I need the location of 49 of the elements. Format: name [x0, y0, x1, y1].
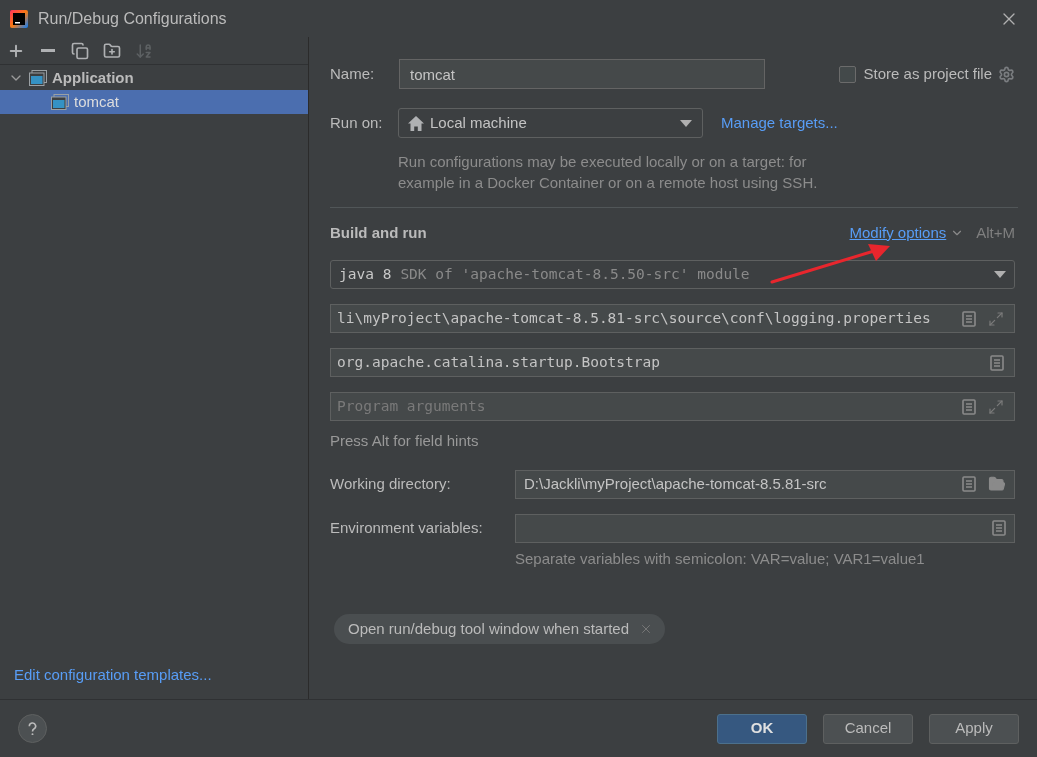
templates-link[interactable]: Edit configuration templates...	[14, 665, 212, 683]
folder-plus-icon	[103, 41, 121, 60]
caret-down-icon[interactable]	[680, 119, 692, 127]
run-target-dropdown[interactable]: Local machine	[398, 108, 703, 138]
text-field[interactable]: li\myProject\apache-tomcat-8.5.81-src\source\conf\logging.properties	[330, 304, 1015, 333]
text-field[interactable]: D:\Jackli\myProject\apache-tomcat-8.5.81-src	[515, 469, 1015, 499]
hint-text: Press Alt for field hints	[330, 431, 479, 451]
field-label: Working directory:	[330, 473, 452, 494]
modify-options-link[interactable]: Modify options	[849, 221, 947, 245]
app-logo-icon	[10, 9, 28, 28]
house-icon	[408, 115, 424, 131]
folder-icon[interactable]	[988, 475, 1006, 493]
checkbox-label[interactable]: Store as project file	[863, 62, 992, 86]
question-mark-icon	[28, 721, 37, 736]
sdk-dropdown[interactable]: java 8 SDK of 'apache-tomcat-8.5.50-src' module	[330, 260, 1015, 289]
document-icon[interactable]	[990, 354, 1004, 371]
tree-item[interactable]: Application	[0, 66, 308, 90]
text-field[interactable]	[515, 513, 1015, 543]
tree-item[interactable]: tomcat	[0, 90, 308, 114]
help-button[interactable]	[18, 714, 47, 743]
document-icon[interactable]	[962, 398, 976, 415]
window-icon	[29, 70, 47, 86]
document-icon[interactable]	[962, 476, 976, 492]
document-icon[interactable]	[992, 520, 1006, 536]
hint-text: Separate variables with semicolon: VAR=value; VAR1=value1	[515, 548, 925, 569]
window-icon	[51, 94, 69, 110]
window-title: Run/Debug Configurations	[38, 8, 227, 29]
run-on-description: Run configurations may be executed locally or on a target: for example in a Docker Container or on a remote host using SSH.	[398, 152, 819, 193]
document-icon[interactable]	[962, 310, 976, 327]
text-field[interactable]: org.apache.catalina.startup.Bootstrap	[330, 348, 1015, 377]
run-on-label: Run on:	[330, 112, 384, 133]
copy-icon	[71, 41, 89, 60]
checkbox[interactable]	[838, 65, 856, 83]
caret-down-icon[interactable]	[994, 271, 1006, 278]
option-chip[interactable]: Open run/debug tool window when started	[334, 614, 665, 644]
dialog-button[interactable]: Cancel	[823, 713, 913, 744]
expand-icon[interactable]	[988, 398, 1004, 415]
section-title: Build and run	[330, 222, 427, 243]
expand-icon[interactable]	[988, 310, 1004, 327]
field-label: Environment variables:	[330, 517, 484, 538]
minus-icon	[41, 49, 55, 52]
shortcut-label: Alt+M	[976, 222, 1015, 243]
dialog-button[interactable]: Apply	[929, 713, 1019, 744]
ok-button[interactable]: OK	[717, 713, 807, 744]
name-label: Name:	[330, 63, 376, 84]
settings-icon[interactable]	[998, 65, 1015, 83]
sort-icon	[135, 41, 153, 60]
manage-targets-link[interactable]: Manage targets...	[721, 111, 838, 135]
name-field[interactable]: tomcat	[399, 59, 765, 89]
